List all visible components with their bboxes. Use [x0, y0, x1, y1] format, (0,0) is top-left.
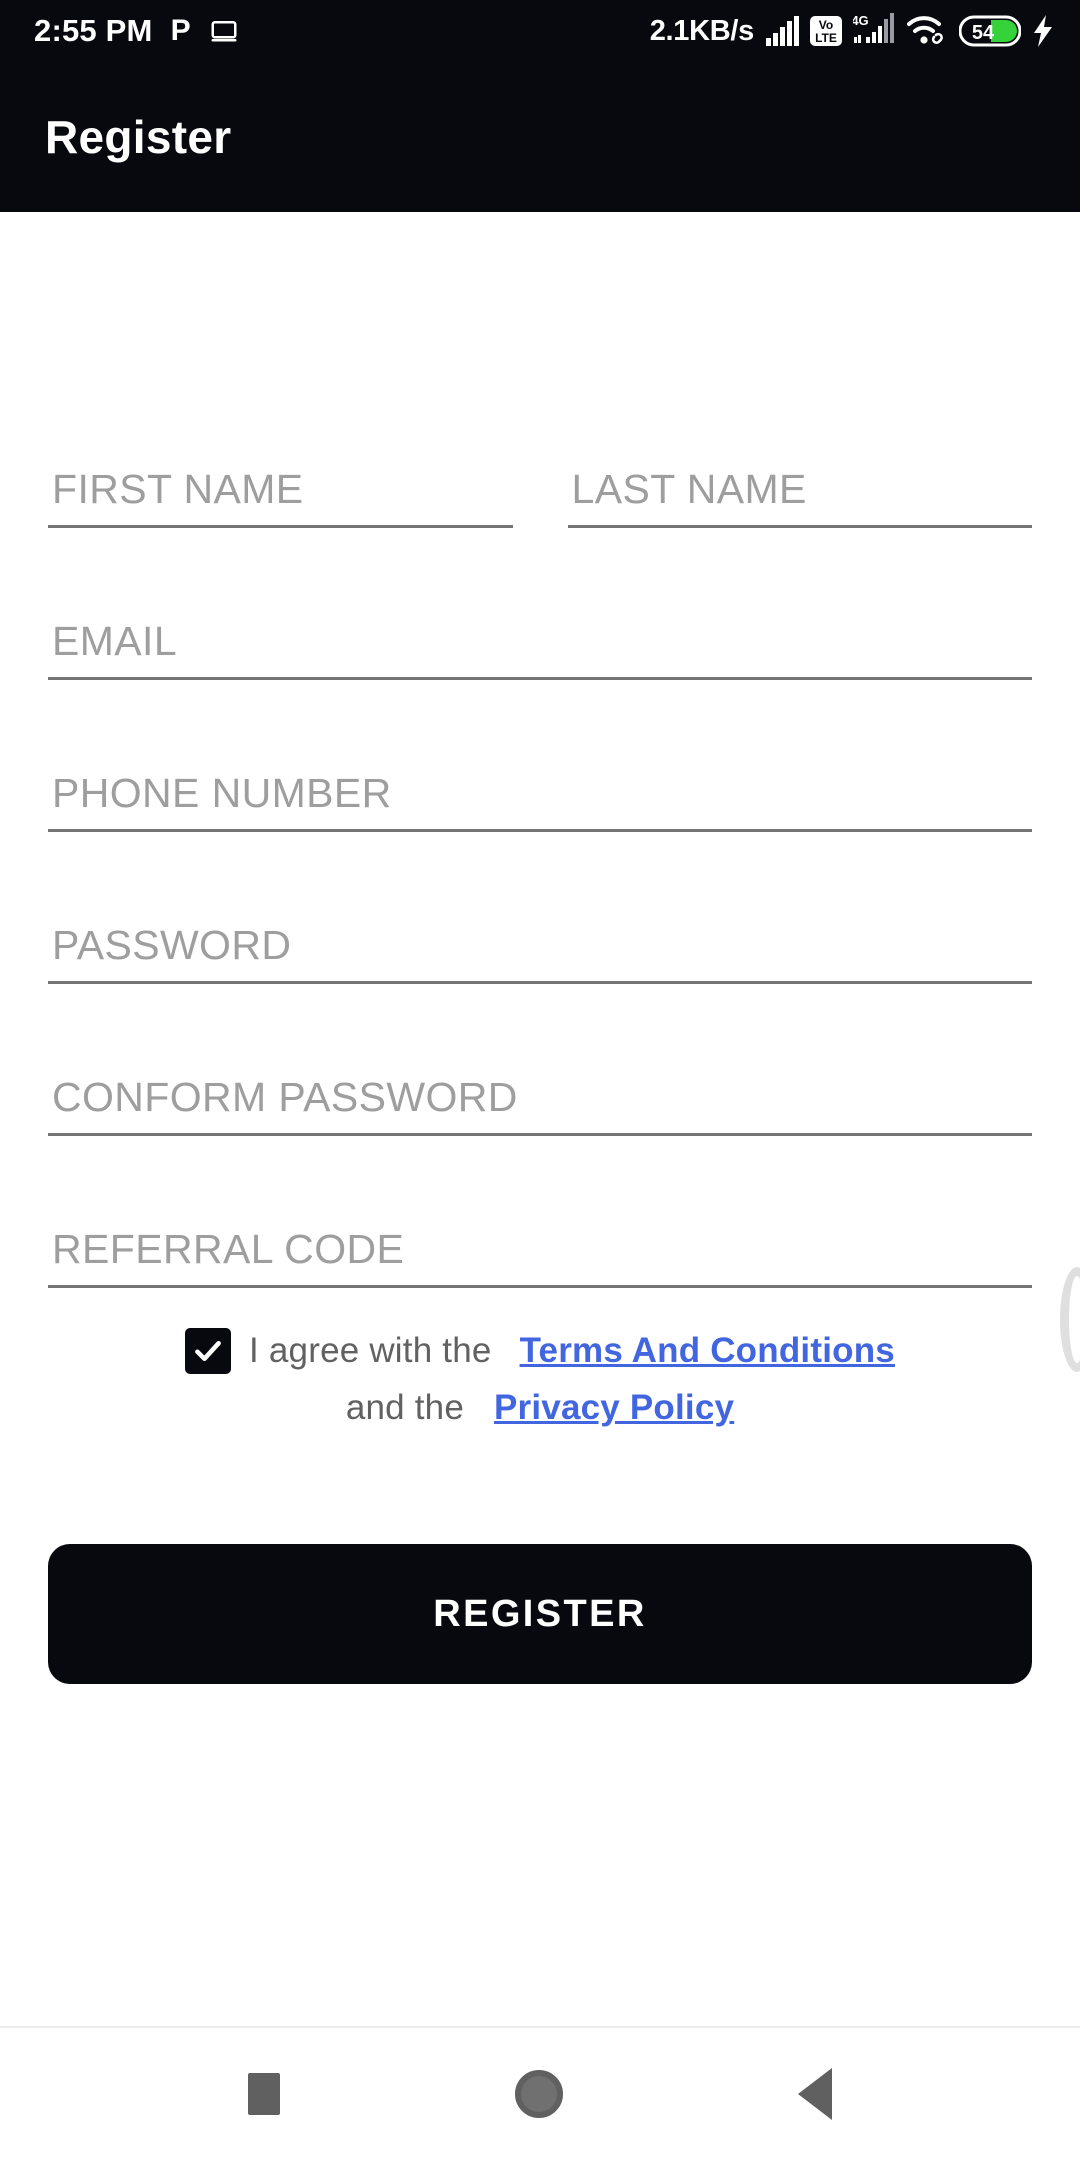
network-speed-text: 2.1KB/s — [649, 14, 755, 47]
password-row — [48, 880, 1032, 984]
first-name-field[interactable] — [48, 424, 513, 528]
battery-icon: 54 — [959, 15, 1021, 47]
tablet-icon — [209, 16, 239, 46]
referral-code-input[interactable] — [48, 1226, 1032, 1285]
terms-agreement: I agree with the Terms And Conditions an… — [48, 1328, 1032, 1428]
svg-text:LTE: LTE — [815, 31, 837, 45]
scroll-indicator[interactable] — [1058, 1267, 1080, 1372]
svg-text:Vo: Vo — [819, 18, 833, 32]
name-row — [48, 424, 1032, 528]
battery-level-text: 54 — [972, 22, 995, 44]
pinterest-icon: P — [170, 14, 191, 47]
recents-square-icon — [247, 2073, 280, 2115]
last-name-field[interactable] — [567, 424, 1032, 528]
back-triangle-icon — [798, 2068, 833, 2120]
register-button[interactable]: REGISTER — [48, 1544, 1032, 1685]
last-name-input[interactable] — [567, 466, 1032, 525]
recents-button[interactable] — [208, 2057, 320, 2131]
home-button[interactable] — [475, 2054, 603, 2134]
terms-checkbox[interactable] — [185, 1328, 232, 1374]
svg-text:4G: 4G — [853, 13, 869, 28]
terms-line-1: I agree with the Terms And Conditions — [78, 1328, 1002, 1374]
phone-number-input[interactable] — [48, 770, 1032, 829]
email-field[interactable] — [48, 576, 1032, 680]
referral-code-field[interactable] — [48, 1184, 1032, 1288]
register-form: I agree with the Terms And Conditions an… — [0, 212, 1080, 2026]
terms-and-conditions-link[interactable]: Terms And Conditions — [520, 1331, 895, 1371]
password-field[interactable] — [48, 880, 1032, 984]
privacy-prefix-text: and the — [345, 1388, 464, 1427]
referral-code-row — [48, 1184, 1032, 1288]
privacy-policy-link[interactable]: Privacy Policy — [494, 1388, 734, 1428]
phone-number-field[interactable] — [48, 728, 1032, 832]
status-bar-right: 2.1KB/s Vo LTE 4G 54 — [650, 13, 1054, 49]
email-input[interactable] — [48, 618, 1032, 677]
password-input[interactable] — [48, 922, 1032, 981]
terms-prefix-text: I agree with the — [249, 1330, 492, 1370]
status-bar-left: 2:55 PM P — [34, 13, 239, 49]
home-circle-icon — [514, 2070, 563, 2118]
back-button[interactable] — [758, 2052, 872, 2136]
confirm-password-input[interactable] — [48, 1074, 1032, 1133]
status-bar: 2:55 PM P 2.1KB/s Vo LTE 4G 54 — [0, 0, 1080, 62]
charging-bolt-icon — [1032, 15, 1054, 47]
network-4g-icon: 4G — [853, 13, 895, 49]
app-bar: Register — [0, 62, 1080, 212]
register-screen: 2:55 PM P 2.1KB/s Vo LTE 4G 54 Register … — [0, 0, 1080, 2160]
first-name-input[interactable] — [48, 466, 513, 525]
checkmark-icon — [195, 1340, 221, 1362]
confirm-password-row — [48, 1032, 1032, 1136]
wifi-icon — [906, 15, 948, 47]
email-row — [48, 576, 1032, 680]
confirm-password-field[interactable] — [48, 1032, 1032, 1136]
signal-bars-icon — [765, 16, 799, 46]
volte-icon: Vo LTE — [810, 15, 842, 47]
terms-line-2: and the Privacy Policy — [78, 1388, 1002, 1428]
phone-row — [48, 728, 1032, 832]
android-nav-bar — [0, 2026, 1080, 2160]
page-title: Register — [45, 111, 232, 163]
status-clock: 2:55 PM — [34, 13, 153, 48]
